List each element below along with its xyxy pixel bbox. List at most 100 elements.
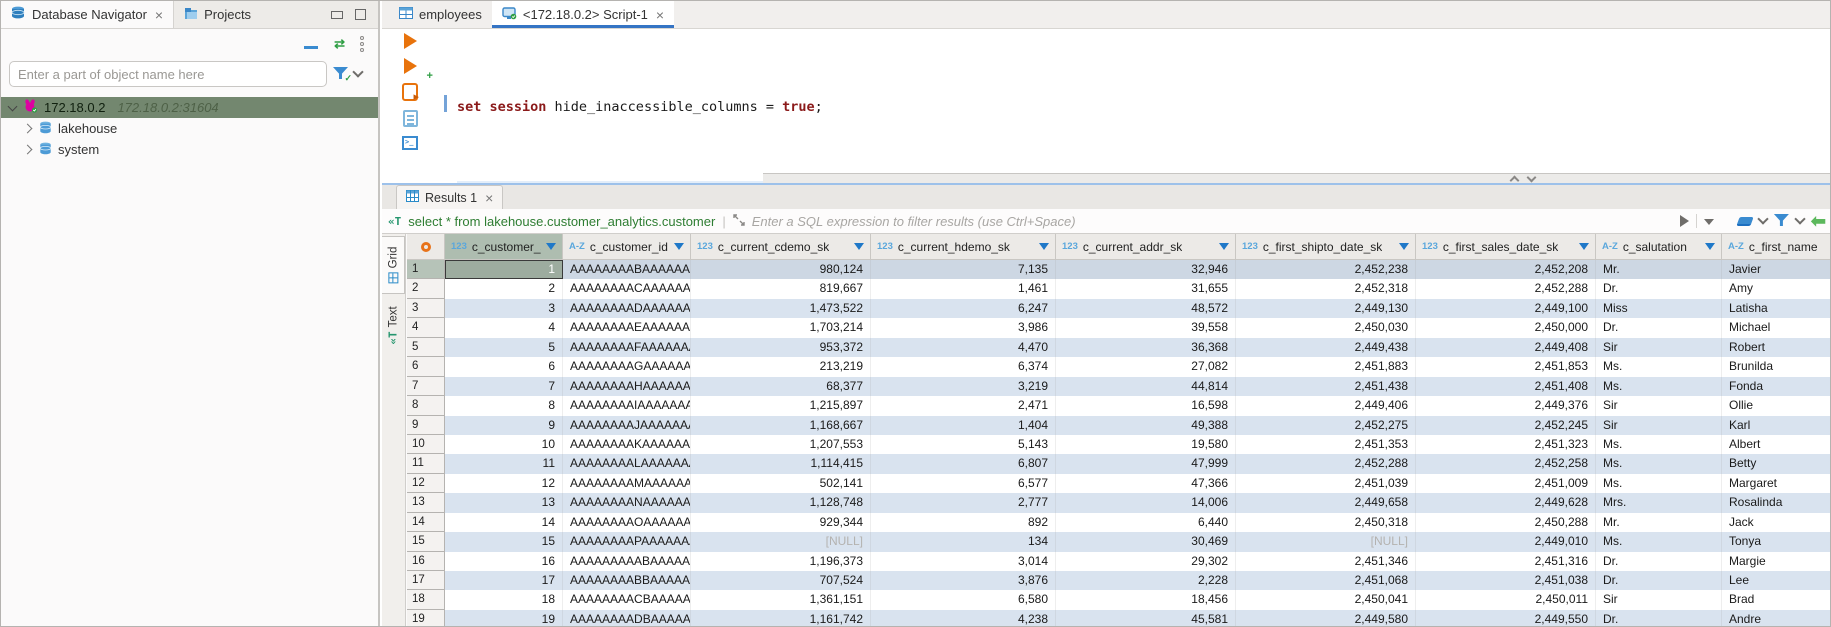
grid-cell[interactable]: 4 <box>445 318 563 337</box>
grid-cell[interactable]: 2,451,068 <box>1236 571 1416 590</box>
grid-cell[interactable]: 18 <box>445 590 563 609</box>
sort-dropdown-icon[interactable] <box>1399 243 1409 250</box>
grid-cell[interactable]: AAAAAAAALAAAAAAA <box>563 454 691 473</box>
grid-cell[interactable]: Brad <box>1722 590 1831 609</box>
grid-cell[interactable]: 6 <box>445 357 563 376</box>
grid-cell[interactable]: 2,451,009 <box>1416 474 1596 493</box>
sort-dropdown-icon[interactable] <box>1039 243 1049 250</box>
grid-cell[interactable]: 2,451,316 <box>1416 552 1596 571</box>
row-header[interactable]: 8 <box>407 396 445 415</box>
grid-cell[interactable]: 1,207,553 <box>691 435 871 454</box>
column-header-c_current_hdemo_sk[interactable]: 123c_current_hdemo_sk <box>871 234 1056 260</box>
chevron-down-icon[interactable] <box>1757 213 1768 224</box>
grid-cell[interactable]: Amy <box>1722 279 1831 298</box>
grid-cell[interactable]: Dr. <box>1596 318 1722 337</box>
tab-results-1[interactable]: Results 1 × <box>396 185 503 209</box>
grid-cell[interactable]: Brunilda <box>1722 357 1831 376</box>
close-icon[interactable]: × <box>155 7 163 23</box>
grid-cell[interactable]: AAAAAAAANAAAAAAA <box>563 493 691 512</box>
grid-cell[interactable]: 1,215,897 <box>691 396 871 415</box>
grid-cell[interactable]: 2,452,288 <box>1236 454 1416 473</box>
filter-history-icon[interactable] <box>1704 219 1714 225</box>
grid-cell[interactable]: AAAAAAAAHAAAAAAA <box>563 377 691 396</box>
grid-cell[interactable]: Andre <box>1722 610 1831 627</box>
grid-cell[interactable]: 16 <box>445 552 563 571</box>
minimize-icon[interactable] <box>331 11 343 19</box>
grid-cell[interactable]: 3,219 <box>871 377 1056 396</box>
grid-cell[interactable]: AAAAAAAAOAAAAAAA <box>563 513 691 532</box>
tab-employees[interactable]: employees <box>389 1 492 28</box>
grid-cell[interactable]: 27,082 <box>1056 357 1236 376</box>
tab-text-presentation[interactable]: «TText <box>382 296 405 354</box>
grid-cell[interactable]: 2,449,438 <box>1236 338 1416 357</box>
grid-cell[interactable]: 4,238 <box>871 610 1056 627</box>
grid-cell[interactable]: 2,452,238 <box>1236 260 1416 279</box>
grid-cell[interactable]: 2,450,041 <box>1236 590 1416 609</box>
row-header[interactable]: 17 <box>407 571 445 590</box>
grid-cell[interactable]: 213,219 <box>691 357 871 376</box>
grid-cell[interactable]: 49,388 <box>1056 416 1236 435</box>
row-header[interactable]: 12 <box>407 474 445 493</box>
grid-cell[interactable]: Albert <box>1722 435 1831 454</box>
grid-cell[interactable]: 892 <box>871 513 1056 532</box>
execute-statement-icon[interactable] <box>404 33 417 49</box>
grid-cell[interactable]: Robert <box>1722 338 1831 357</box>
grid-cell[interactable]: Lee <box>1722 571 1831 590</box>
apply-filter-icon[interactable] <box>1680 215 1689 227</box>
grid-cell[interactable]: 819,667 <box>691 279 871 298</box>
tree-row-system[interactable]: system <box>1 139 378 160</box>
expander-closed-icon[interactable] <box>22 145 32 155</box>
row-header[interactable]: 2 <box>407 279 445 298</box>
grid-cell[interactable]: 929,344 <box>691 513 871 532</box>
row-header[interactable]: 15 <box>407 532 445 551</box>
grid-cell[interactable]: Dr. <box>1596 571 1722 590</box>
grid-cell[interactable]: Latisha <box>1722 299 1831 318</box>
grid-cell[interactable]: AAAAAAAAJAAAAAAA <box>563 416 691 435</box>
object-filter-input[interactable] <box>9 61 327 87</box>
grid-cell[interactable]: 19 <box>445 610 563 627</box>
grid-cell[interactable]: 2,450,011 <box>1416 590 1596 609</box>
grid-cell[interactable]: AAAAAAAAMAAAAAAA <box>563 474 691 493</box>
grid-cell[interactable]: 2,452,318 <box>1236 279 1416 298</box>
tree-row-lakehouse[interactable]: lakehouse <box>1 118 378 139</box>
column-header-c_first_shipto_date_sk[interactable]: 123c_first_shipto_date_sk <box>1236 234 1416 260</box>
grid-cell[interactable]: 2,450,318 <box>1236 513 1416 532</box>
grid-cell[interactable]: 2,452,288 <box>1416 279 1596 298</box>
grid-cell[interactable]: AAAAAAAADBAAAAAA <box>563 610 691 627</box>
grid-funnel-icon[interactable] <box>1774 214 1789 228</box>
grid-cell[interactable]: AAAAAAAABBAAAAAA <box>563 571 691 590</box>
grid-cell[interactable]: 2,777 <box>871 493 1056 512</box>
grid-cell[interactable]: 6,440 <box>1056 513 1236 532</box>
row-header[interactable]: 14 <box>407 513 445 532</box>
tab-database-navigator[interactable]: Database Navigator × <box>1 1 174 28</box>
grid-cell[interactable]: 2,228 <box>1056 571 1236 590</box>
sort-dropdown-icon[interactable] <box>1705 243 1715 250</box>
expand-filter-icon[interactable] <box>733 214 745 229</box>
grid-cell[interactable]: Sir <box>1596 396 1722 415</box>
grid-cell[interactable]: 8 <box>445 396 563 415</box>
sort-dropdown-icon[interactable] <box>1219 243 1229 250</box>
grid-cell[interactable]: 11 <box>445 454 563 473</box>
grid-cell[interactable]: 7,135 <box>871 260 1056 279</box>
grid-cell[interactable]: Miss <box>1596 299 1722 318</box>
row-header[interactable]: 5 <box>407 338 445 357</box>
grid-cell[interactable]: 953,372 <box>691 338 871 357</box>
grid-cell[interactable]: 5 <box>445 338 563 357</box>
grid-cell[interactable]: 3 <box>445 299 563 318</box>
row-header[interactable]: 6 <box>407 357 445 376</box>
grid-cell[interactable]: 48,572 <box>1056 299 1236 318</box>
grid-cell[interactable]: 47,999 <box>1056 454 1236 473</box>
grid-cell[interactable]: 2,449,406 <box>1236 396 1416 415</box>
grid-cell[interactable]: 36,368 <box>1056 338 1236 357</box>
grid-cell[interactable]: 1 <box>445 260 563 279</box>
tab-projects[interactable]: Projects <box>174 1 261 28</box>
row-header[interactable]: 10 <box>407 435 445 454</box>
grid-cell[interactable]: AAAAAAAACBAAAAAA <box>563 590 691 609</box>
grid-cell[interactable]: [NULL] <box>691 532 871 551</box>
grid-cell[interactable]: 1,703,214 <box>691 318 871 337</box>
eraser-icon[interactable] <box>1736 217 1753 226</box>
grid-cell[interactable]: 980,124 <box>691 260 871 279</box>
column-header-c_first_name[interactable]: A-Zc_first_name <box>1722 234 1831 260</box>
grid-cell[interactable]: 14,006 <box>1056 493 1236 512</box>
grid-cell[interactable]: 32,946 <box>1056 260 1236 279</box>
